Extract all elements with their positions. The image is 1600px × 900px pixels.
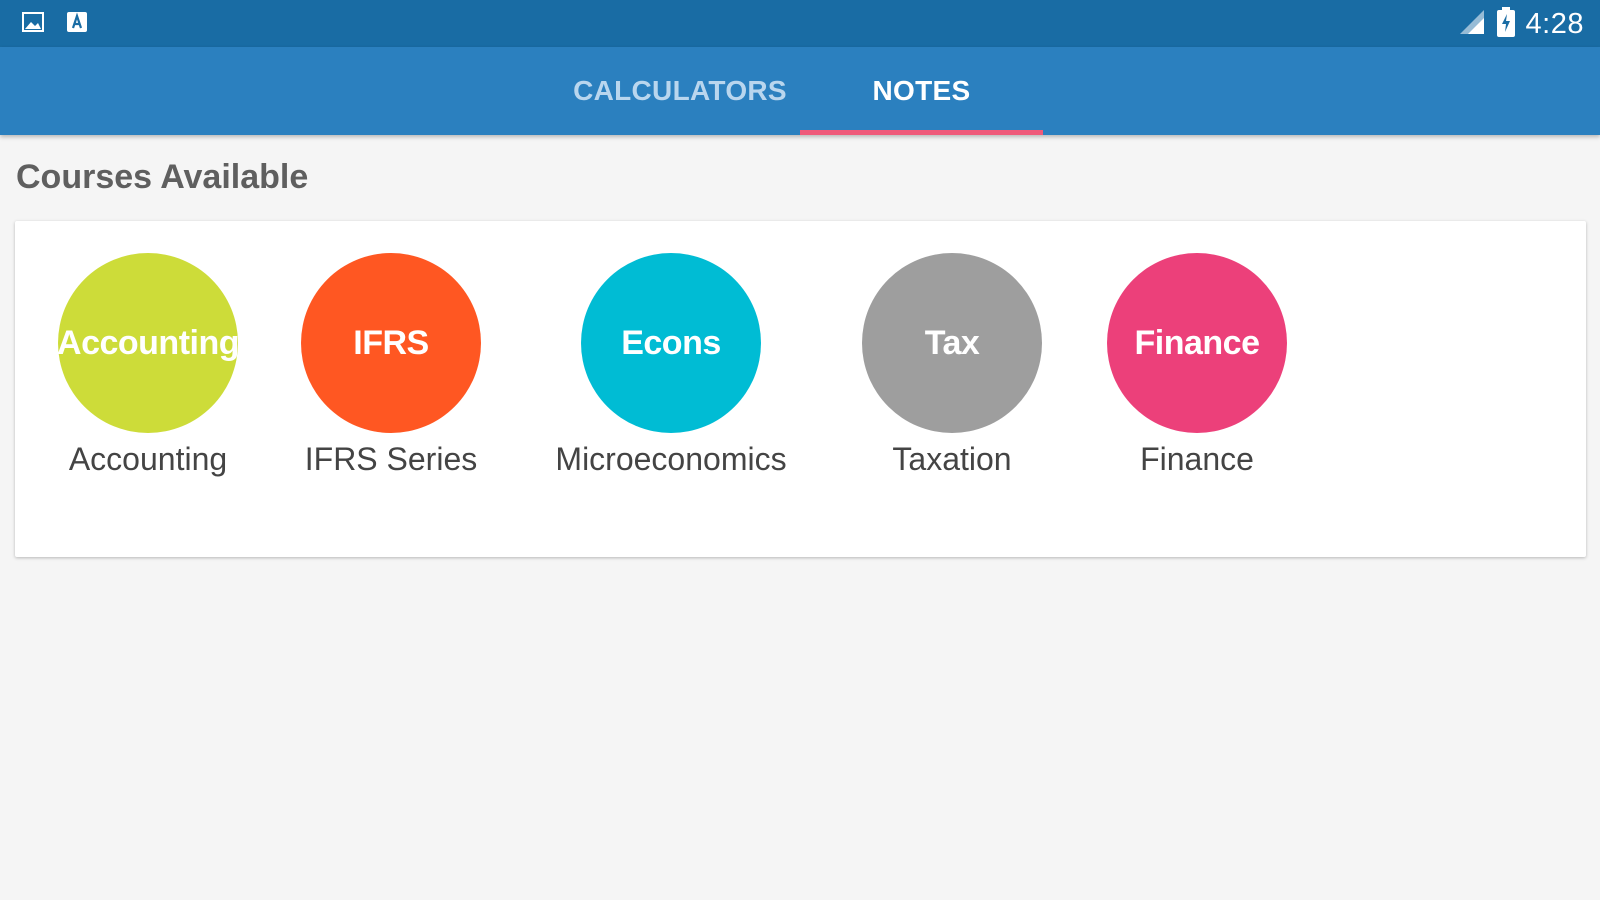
battery-icon: [1496, 6, 1516, 43]
section-title: Courses Available: [16, 158, 309, 196]
selected-tab-indicator: [800, 130, 1043, 135]
tab-bar: CALCULATORS NOTES: [0, 47, 1600, 135]
course-finance[interactable]: Finance Finance: [1067, 253, 1327, 493]
course-taxation[interactable]: Tax Taxation: [822, 253, 1082, 493]
course-label-microeconomics: Microeconomics: [555, 441, 787, 477]
course-label-taxation: Taxation: [892, 441, 1012, 477]
signal-icon: [1458, 8, 1486, 41]
course-badge-tax: Tax: [862, 253, 1042, 433]
image-icon: [22, 11, 44, 37]
course-badge-accounting: Accounting: [57, 253, 240, 433]
a-icon: [66, 11, 88, 38]
course-badge-ifrs: IFRS: [301, 253, 481, 433]
status-time: 4:28: [1525, 7, 1584, 40]
course-ifrs-series[interactable]: IFRS IFRS Series: [261, 253, 521, 493]
course-accounting[interactable]: Accounting Accounting: [18, 253, 278, 493]
notification-icons: [22, 11, 88, 38]
course-microeconomics[interactable]: Econs Microeconomics: [541, 253, 801, 493]
notes-screen: 4:28 CALCULATORS NOTES Courses Available…: [0, 0, 1600, 900]
course-badge-econs: Econs: [581, 253, 761, 433]
tab-notes[interactable]: NOTES: [800, 47, 1043, 135]
course-label-finance: Finance: [1140, 441, 1254, 477]
system-status: 4:28: [1458, 6, 1584, 42]
course-badge-finance: Finance: [1107, 253, 1287, 433]
status-bar: 4:28: [0, 0, 1600, 47]
courses-card: Accounting Accounting IFRS IFRS Series E…: [15, 221, 1586, 557]
course-label-ifrs-series: IFRS Series: [304, 441, 478, 477]
tab-calculators[interactable]: CALCULATORS: [560, 47, 800, 135]
course-label-accounting: Accounting: [68, 441, 228, 477]
